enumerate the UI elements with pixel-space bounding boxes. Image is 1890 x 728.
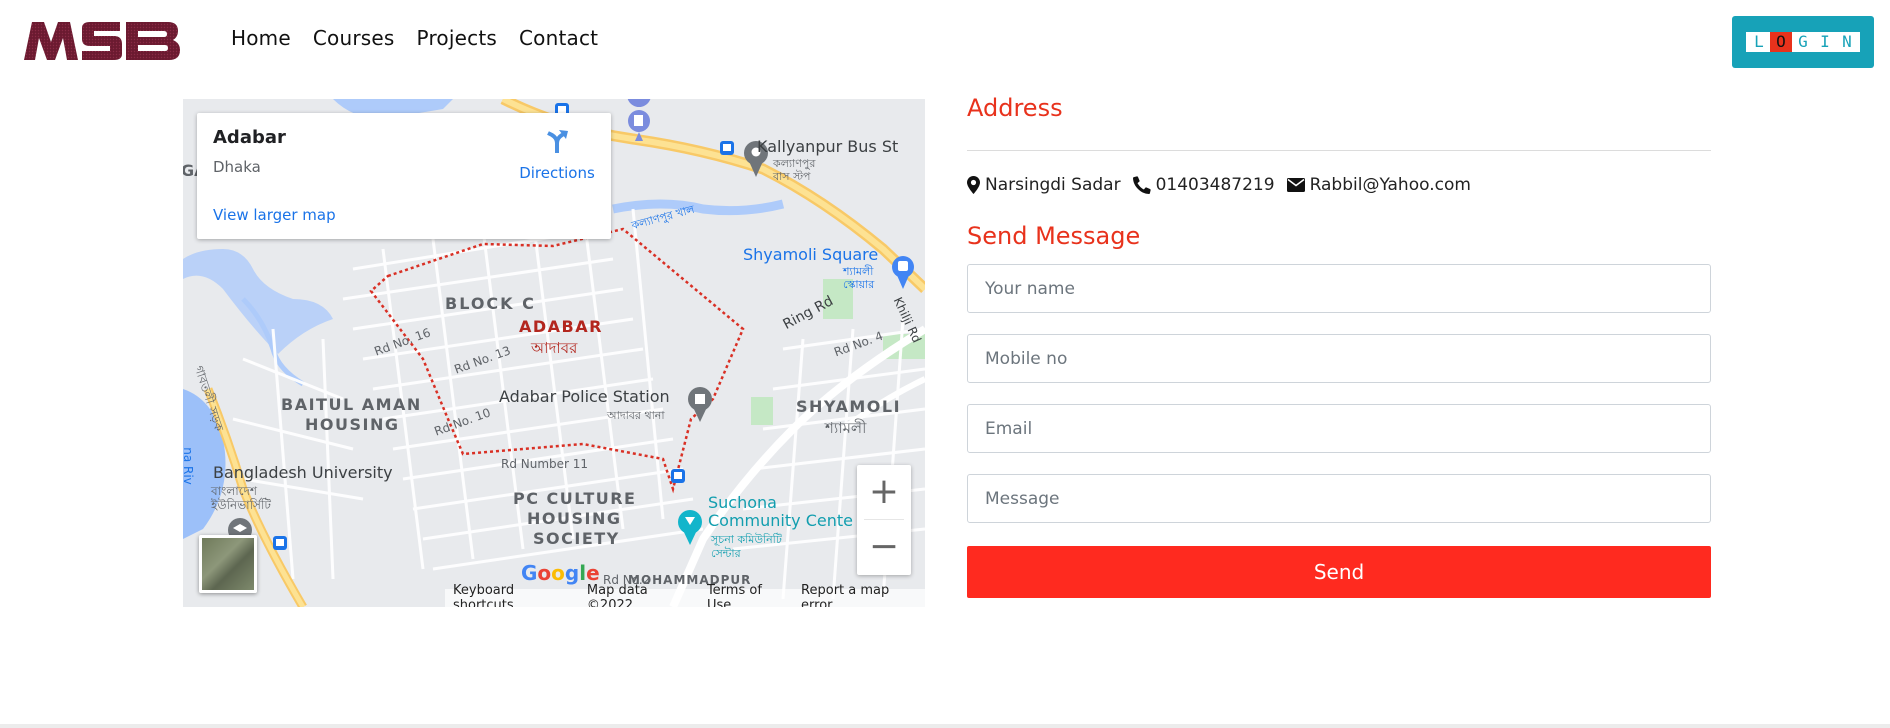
map-label-bangladesh-university-bn-2: ইউনিভার্সিটি <box>211 498 271 512</box>
name-field[interactable] <box>967 264 1711 313</box>
map-label-shyamoli: SHYAMOLI <box>796 397 902 416</box>
map-label-block-c: BLOCK C <box>445 294 536 313</box>
map-label-shyamoli-square-bn: শ্যামলী স্কোয়ার <box>843 265 875 291</box>
map-data-label: Map data ©2022 <box>586 583 648 607</box>
phone-text: 01403487219 <box>1155 175 1275 195</box>
login-button[interactable]: L O G I N <box>1732 16 1874 68</box>
map-label-suchona-1: Suchona <box>708 493 777 512</box>
map-label-pc-culture-3: SOCIETY <box>533 529 620 548</box>
send-message-heading: Send Message <box>967 222 1141 250</box>
login-letter: N <box>1842 32 1852 51</box>
phone-icon <box>1132 176 1151 194</box>
map-label-pc-culture-1: PC CULTURE <box>513 489 637 508</box>
map-info-card: Adabar Dhaka View larger map Directions <box>197 113 611 239</box>
email-field[interactable] <box>967 404 1711 453</box>
email-item: Rabbil@Yahoo.com <box>1286 175 1471 195</box>
login-letter: I <box>1820 32 1830 51</box>
send-button[interactable]: Send <box>967 546 1711 598</box>
view-larger-map-link[interactable]: View larger map <box>213 206 336 224</box>
nav-projects[interactable]: Projects <box>417 26 497 50</box>
map-label-pc-culture-2: HOUSING <box>527 509 622 528</box>
navbar: Home Courses Projects Contact L O G I N <box>0 0 1890 84</box>
directions-label: Directions <box>519 164 595 182</box>
contact-info-row: Narsingdi Sadar 01403487219 Rabbil@Yahoo… <box>967 175 1483 195</box>
keyboard-shortcuts-link[interactable]: Keyboard shortcuts <box>445 583 579 607</box>
map-label-shyamoli-square: Shyamoli Square <box>743 245 879 264</box>
nav-courses[interactable]: Courses <box>313 26 395 50</box>
envelope-icon <box>1286 178 1305 192</box>
map-label-kallyanpur-bn: কল্যাণপুর বাস স্টপ <box>773 157 816 183</box>
location-text: Narsingdi Sadar <box>985 175 1121 195</box>
page: Home Courses Projects Contact L O G I N <box>0 0 1890 728</box>
map-label-bangladesh-university: Bangladesh University <box>213 463 393 482</box>
nav-contact[interactable]: Contact <box>519 26 598 50</box>
terms-of-use-link[interactable]: Terms of Use <box>699 583 793 607</box>
login-letters: L O G I N <box>1746 32 1860 52</box>
login-letter-highlighted: O <box>1770 32 1792 52</box>
login-letter: G <box>1798 32 1808 51</box>
directions-button[interactable]: Directions <box>507 129 607 182</box>
mobile-field[interactable] <box>967 334 1711 383</box>
phone-item: 01403487219 <box>1132 175 1275 195</box>
message-field[interactable] <box>967 474 1711 523</box>
location-item: Narsingdi Sadar <box>967 175 1121 195</box>
map-label-adabar-bn: আদাবর <box>531 339 578 357</box>
nav-home[interactable]: Home <box>231 26 291 50</box>
map-label-adabar-police-bn: আদাবর থানা <box>607 409 665 422</box>
map-label-suchona-2: Community Cente <box>708 511 853 530</box>
google-map-embed[interactable]: Kallyanpur Bus St কল্যাণপুর বাস স্টপ Shy… <box>183 99 925 607</box>
map-label-suchona-bn-2: সেন্টার <box>711 547 741 560</box>
brand-logo[interactable] <box>22 20 182 62</box>
satellite-toggle-button[interactable] <box>199 535 257 593</box>
map-zoom-controls: + − <box>857 465 911 575</box>
map-label-kallyanpur: Kallyanpur Bus St <box>757 137 899 156</box>
map-marker-icon <box>967 176 980 194</box>
map-label-adabar-police: Adabar Police Station <box>499 387 670 406</box>
map-label-rd-number-11: Rd Number 11 <box>501 457 589 471</box>
nav-links: Home Courses Projects Contact <box>231 26 620 50</box>
map-label-shyamoli-bn: শ্যামলী <box>825 419 867 437</box>
map-label-baitul-aman-2: HOUSING <box>305 415 400 434</box>
address-heading: Address <box>967 94 1063 122</box>
email-text: Rabbil@Yahoo.com <box>1309 175 1471 195</box>
directions-icon <box>547 130 568 153</box>
address-divider <box>967 150 1711 151</box>
map-label-adabar: ADABAR <box>519 317 603 336</box>
google-logo: Google <box>521 561 600 585</box>
logo-mark <box>24 22 180 60</box>
map-place-title: Adabar <box>213 127 286 148</box>
zoom-out-button[interactable]: − <box>857 520 911 574</box>
report-map-error-link[interactable]: Report a map error <box>793 583 925 607</box>
map-label-baitul-aman-1: BAITUL AMAN <box>281 395 422 414</box>
footer-divider <box>0 724 1890 728</box>
map-footer: Keyboard shortcuts Map data ©2022 Terms … <box>445 583 925 607</box>
login-letter: L <box>1754 32 1764 51</box>
zoom-in-button[interactable]: + <box>857 465 911 519</box>
map-label-river-edge: na Riv <box>183 447 195 485</box>
map-place-subtitle: Dhaka <box>213 158 261 176</box>
